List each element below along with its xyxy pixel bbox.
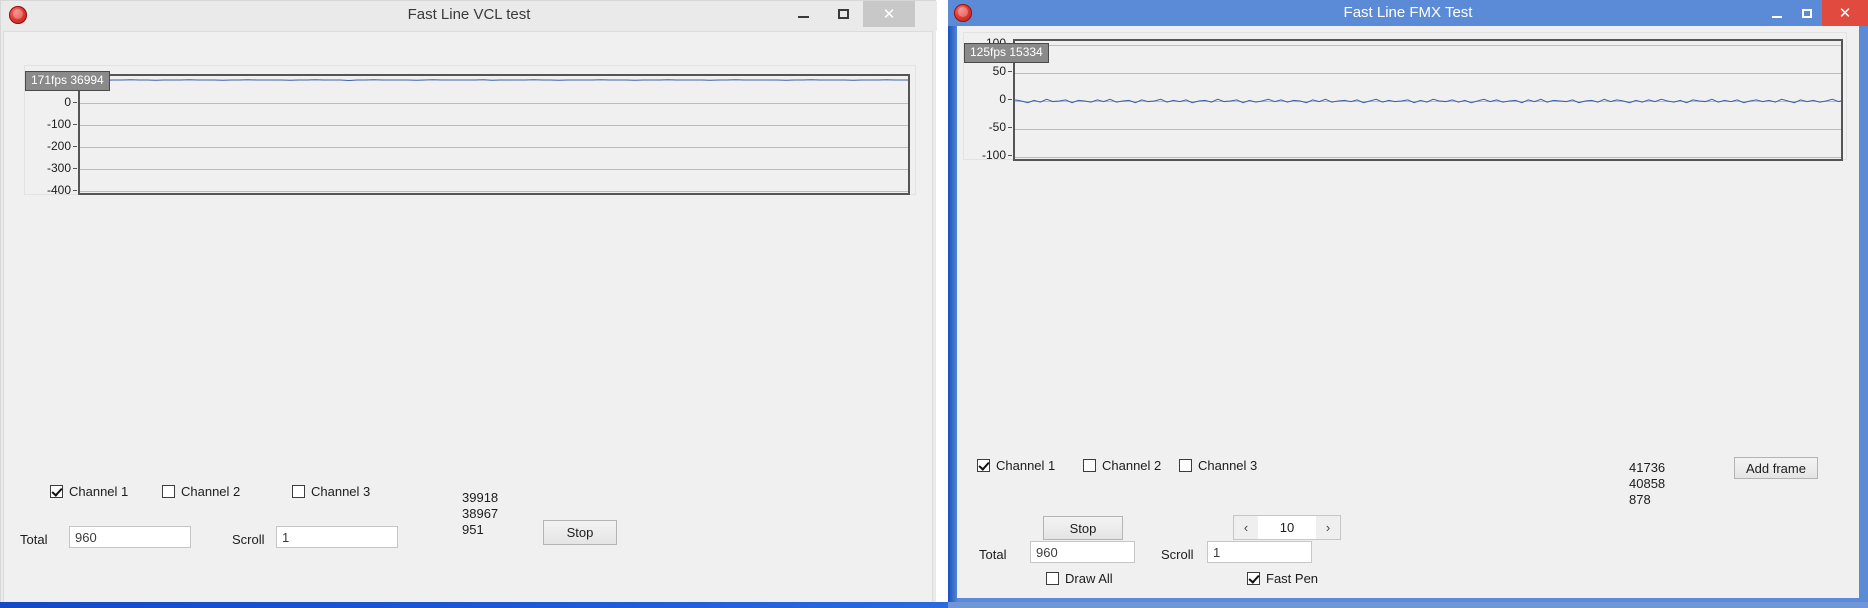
checkbox-label: Fast Pen bbox=[1266, 571, 1319, 586]
minimize-button[interactable] bbox=[1762, 0, 1792, 26]
checkbox-box bbox=[1046, 572, 1059, 585]
right-chart-ylabel-0: 0 bbox=[999, 92, 1006, 106]
checkbox-channel-2[interactable]: Channel 2 bbox=[1083, 458, 1161, 473]
left-chart-tick bbox=[73, 124, 77, 125]
right-chart-tick bbox=[1008, 155, 1012, 156]
checkbox-box bbox=[162, 485, 175, 498]
add-frame-button[interactable]: Add frame bbox=[1734, 457, 1818, 479]
checkbox-label: Channel 1 bbox=[69, 484, 129, 499]
left-chart-tick bbox=[73, 190, 77, 191]
left-chart-tick bbox=[73, 168, 77, 169]
right-stats-block: 41736 40858 878 bbox=[1629, 460, 1665, 508]
right-chart-tick bbox=[1008, 99, 1012, 100]
right-chart-plot[interactable] bbox=[1013, 39, 1843, 161]
right-chart-tick bbox=[1008, 127, 1012, 128]
taskbar-strip-right-window bbox=[948, 602, 1868, 608]
spinner-next-button[interactable]: › bbox=[1316, 516, 1340, 539]
left-total-label: Total bbox=[20, 532, 48, 547]
left-stat-1: 39918 bbox=[462, 490, 499, 505]
left-chart-panel: 0 -100 -200 -300 -400 171fps 36994 bbox=[24, 65, 916, 197]
right-window-client: 100 50 0 -50 -100 bbox=[957, 26, 1859, 598]
checkbox-fast-pen[interactable]: Fast Pen bbox=[1247, 571, 1318, 586]
checkbox-label: Channel 3 bbox=[1198, 458, 1258, 473]
left-chart-fps-tooltip: 171fps 36994 bbox=[25, 71, 110, 91]
right-scroll-input[interactable]: 1 bbox=[1207, 541, 1312, 563]
left-stat-3: 951 bbox=[462, 522, 484, 537]
right-stat-3: 878 bbox=[1629, 492, 1651, 507]
minimize-button[interactable] bbox=[783, 1, 823, 27]
right-stat-2: 40858 bbox=[1629, 476, 1666, 491]
left-total-input[interactable]: 960 bbox=[69, 526, 191, 548]
spinner-value[interactable]: 10 bbox=[1258, 516, 1316, 539]
left-chart-ylabel-0: 0 bbox=[64, 95, 71, 109]
right-stop-button[interactable]: Stop bbox=[1043, 516, 1123, 540]
right-channel-checkbox-row: Channel 1 Channel 2 Channel 3 bbox=[967, 458, 1407, 478]
checkbox-label: Channel 2 bbox=[1102, 458, 1162, 473]
checkbox-box bbox=[977, 459, 990, 472]
left-window-controls: ✕ bbox=[783, 1, 915, 27]
desktop-root: Fast Line VCL test ✕ 0 -100 -200 -300 -4… bbox=[0, 0, 1868, 608]
right-chart-series-channel-1 bbox=[1015, 98, 1841, 104]
checkbox-label: Draw All bbox=[1065, 571, 1113, 586]
left-channel-checkbox-row: Channel 1 Channel 2 Channel 3 bbox=[32, 484, 452, 504]
left-scroll-label: Scroll bbox=[232, 532, 265, 547]
spinner-prev-button[interactable]: ‹ bbox=[1234, 516, 1258, 539]
left-chart-ylabel-100: -100 bbox=[46, 117, 71, 131]
checkbox-channel-3[interactable]: Channel 3 bbox=[292, 484, 370, 499]
right-chart-ylabel-neg50: -50 bbox=[988, 120, 1006, 134]
checkbox-label: Channel 2 bbox=[181, 484, 241, 499]
checkbox-channel-3[interactable]: Channel 3 bbox=[1179, 458, 1257, 473]
left-chart-plot[interactable] bbox=[78, 74, 910, 195]
checkbox-label: Channel 3 bbox=[311, 484, 371, 499]
right-chart-fps-tooltip: 125fps 15334 bbox=[964, 43, 1049, 63]
right-chart-tick bbox=[1008, 71, 1012, 72]
left-scroll-input[interactable]: 1 bbox=[276, 526, 398, 548]
close-icon: ✕ bbox=[882, 5, 896, 23]
left-stat-2: 38967 bbox=[462, 506, 499, 521]
checkbox-label: Channel 1 bbox=[996, 458, 1056, 473]
minimize-icon bbox=[1772, 15, 1782, 18]
checkbox-box bbox=[1179, 459, 1192, 472]
maximize-button[interactable] bbox=[1792, 0, 1822, 26]
window-fast-line-vcl: Fast Line VCL test ✕ 0 -100 -200 -300 -4… bbox=[0, 0, 937, 608]
frame-spinner[interactable]: ‹ 10 › bbox=[1233, 515, 1341, 540]
right-window-titlebar[interactable]: Fast Line FMX Test ✕ bbox=[948, 0, 1868, 26]
maximize-icon bbox=[837, 9, 849, 19]
right-chart-panel: 100 50 0 -50 -100 bbox=[963, 32, 1847, 162]
close-icon: ✕ bbox=[1838, 4, 1852, 22]
right-total-label: Total bbox=[979, 547, 1007, 562]
left-window-titlebar[interactable]: Fast Line VCL test ✕ bbox=[1, 1, 937, 31]
right-total-input[interactable]: 960 bbox=[1030, 541, 1135, 563]
checkbox-box bbox=[1247, 572, 1260, 585]
maximize-button[interactable] bbox=[823, 1, 863, 27]
left-chart-tick bbox=[73, 146, 77, 147]
checkbox-channel-1[interactable]: Channel 1 bbox=[977, 458, 1055, 473]
checkbox-channel-1[interactable]: Channel 1 bbox=[50, 484, 128, 499]
right-chart-ylabel-50: 50 bbox=[992, 64, 1006, 78]
checkbox-box bbox=[292, 485, 305, 498]
left-chart-tick bbox=[73, 102, 77, 103]
close-button[interactable]: ✕ bbox=[863, 1, 915, 27]
left-chart-ylabel-400: -400 bbox=[46, 183, 71, 197]
window-fast-line-fmx: Fast Line FMX Test ✕ 10 0 bbox=[948, 0, 1868, 608]
left-window-client: 0 -100 -200 -300 -400 171fps 36994 Chann… bbox=[3, 31, 933, 604]
left-chart-ylabel-200: -200 bbox=[46, 139, 71, 153]
maximize-icon bbox=[1802, 8, 1812, 18]
checkbox-box bbox=[1083, 459, 1096, 472]
checkbox-draw-all[interactable]: Draw All bbox=[1046, 571, 1113, 586]
right-stat-1: 41736 bbox=[1629, 460, 1666, 475]
left-stats-block: 39918 38967 951 bbox=[462, 490, 498, 538]
right-chart-ylabel-neg100: -100 bbox=[981, 148, 1006, 162]
right-window-controls: ✕ bbox=[1762, 0, 1868, 26]
right-window-frame: Fast Line FMX Test ✕ 10 0 bbox=[948, 0, 1868, 608]
close-button[interactable]: ✕ bbox=[1822, 0, 1868, 26]
checkbox-channel-2[interactable]: Channel 2 bbox=[162, 484, 240, 499]
minimize-icon bbox=[797, 16, 809, 18]
checkbox-box bbox=[50, 485, 63, 498]
right-scroll-label: Scroll bbox=[1161, 547, 1194, 562]
left-chart-series-channel-1 bbox=[80, 79, 908, 81]
left-chart-ylabel-300: -300 bbox=[46, 161, 71, 175]
left-stop-button[interactable]: Stop bbox=[543, 520, 617, 545]
right-window-title: Fast Line FMX Test bbox=[1343, 4, 1473, 21]
